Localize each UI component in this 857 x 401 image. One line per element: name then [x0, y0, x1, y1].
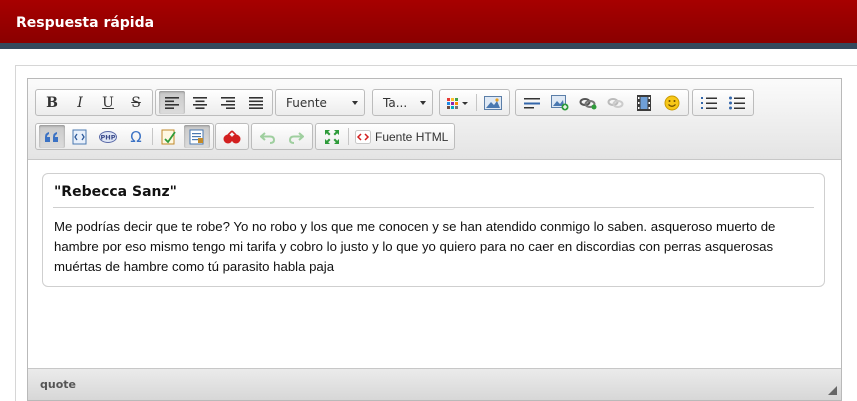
block-format-group: PHP Ω — [35, 123, 214, 150]
quote-author: "Rebecca Sanz" — [54, 184, 177, 200]
align-center-button[interactable] — [187, 91, 213, 114]
color-palette-icon — [447, 97, 468, 109]
font-size-select[interactable]: Ta... — [372, 89, 433, 116]
insert-smiley-button[interactable] — [659, 91, 685, 114]
resize-handle-icon[interactable] — [828, 386, 837, 395]
spellcheck-button[interactable] — [156, 125, 182, 148]
view-group: Fuente HTML — [315, 123, 456, 150]
chevron-down-icon — [420, 101, 426, 105]
insert-group — [515, 89, 689, 116]
source-html-label: Fuente HTML — [375, 129, 449, 144]
remove-link-button[interactable] — [603, 91, 629, 114]
image-icon — [484, 95, 502, 110]
quote-button[interactable] — [39, 125, 65, 148]
preview-button[interactable] — [184, 125, 210, 148]
history-group — [251, 123, 313, 150]
unlink-icon — [607, 97, 624, 108]
justify-icon — [249, 96, 263, 109]
html-source-icon — [355, 129, 371, 144]
link-icon — [579, 97, 597, 109]
source-html-button[interactable]: Fuente HTML — [351, 129, 452, 144]
editor-status-bar: quote — [28, 368, 841, 400]
spellcheck-icon — [161, 129, 176, 144]
alignment-group — [155, 89, 273, 116]
page-title: Respuesta rápida — [16, 15, 155, 31]
toolbar-separator — [152, 128, 153, 145]
quote-icon — [45, 131, 58, 142]
code-icon — [72, 129, 87, 144]
insert-image-button[interactable] — [480, 91, 506, 114]
undo-button[interactable] — [255, 125, 281, 148]
align-right-button[interactable] — [215, 91, 241, 114]
justify-button[interactable] — [243, 91, 269, 114]
align-left-button[interactable] — [159, 91, 185, 114]
chevron-down-icon — [352, 101, 358, 105]
bulleted-list-icon — [729, 96, 745, 109]
attachment-button[interactable] — [219, 125, 245, 148]
font-size-value: Ta... — [383, 95, 408, 110]
element-path[interactable]: quote — [40, 378, 76, 391]
php-code-button[interactable]: PHP — [95, 125, 121, 148]
italic-button[interactable]: I — [67, 91, 93, 114]
underline-button[interactable]: U — [95, 91, 121, 114]
align-left-icon — [165, 96, 179, 109]
cherries-icon — [223, 129, 241, 143]
undo-icon — [260, 131, 276, 144]
tools-group — [215, 123, 249, 150]
quote-divider — [53, 207, 814, 208]
insert-link-button[interactable] — [575, 91, 601, 114]
redo-icon — [288, 131, 304, 144]
numbered-list-icon — [701, 96, 717, 109]
smiley-icon — [664, 95, 680, 110]
toolbar-separator — [476, 94, 477, 111]
bold-button[interactable]: B — [39, 91, 65, 114]
code-button[interactable] — [67, 125, 93, 148]
document-preview-icon — [189, 129, 204, 144]
rich-text-editor: B I U S Fuente Ta... PHP Ω Fuente HTML "… — [27, 78, 842, 401]
film-icon — [637, 94, 651, 111]
maximize-button[interactable] — [319, 125, 345, 148]
quote-text: Me podrías decir que te robe? Yo no robo… — [54, 219, 776, 274]
list-group — [692, 89, 754, 116]
image-add-icon — [551, 94, 569, 110]
font-family-select[interactable]: Fuente — [275, 89, 365, 116]
bulleted-list-button[interactable] — [724, 91, 750, 114]
horizontal-rule-button[interactable] — [519, 91, 545, 114]
font-family-value: Fuente — [286, 95, 327, 110]
maximize-icon — [325, 129, 339, 144]
svg-text:PHP: PHP — [101, 133, 116, 141]
editor-toolbar: B I U S Fuente Ta... PHP Ω Fuente HTML — [28, 79, 841, 160]
strikethrough-button[interactable]: S — [123, 91, 149, 114]
horizontal-rule-icon — [524, 97, 540, 108]
text-color-button[interactable] — [443, 91, 473, 114]
page-header: Respuesta rápida — [0, 0, 857, 49]
text-style-group: B I U S — [35, 89, 153, 116]
insert-video-button[interactable] — [631, 91, 657, 114]
redo-button[interactable] — [283, 125, 309, 148]
align-center-icon — [193, 96, 207, 109]
toolbar-separator — [348, 128, 349, 145]
special-character-button[interactable]: Ω — [123, 125, 149, 148]
php-icon: PHP — [99, 130, 117, 143]
align-right-icon — [221, 96, 235, 109]
insert-image-add-button[interactable] — [547, 91, 573, 114]
color-media-group — [439, 89, 510, 116]
numbered-list-button[interactable] — [696, 91, 722, 114]
quote-block[interactable]: "Rebecca Sanz" Me podrías decir que te r… — [42, 173, 825, 287]
